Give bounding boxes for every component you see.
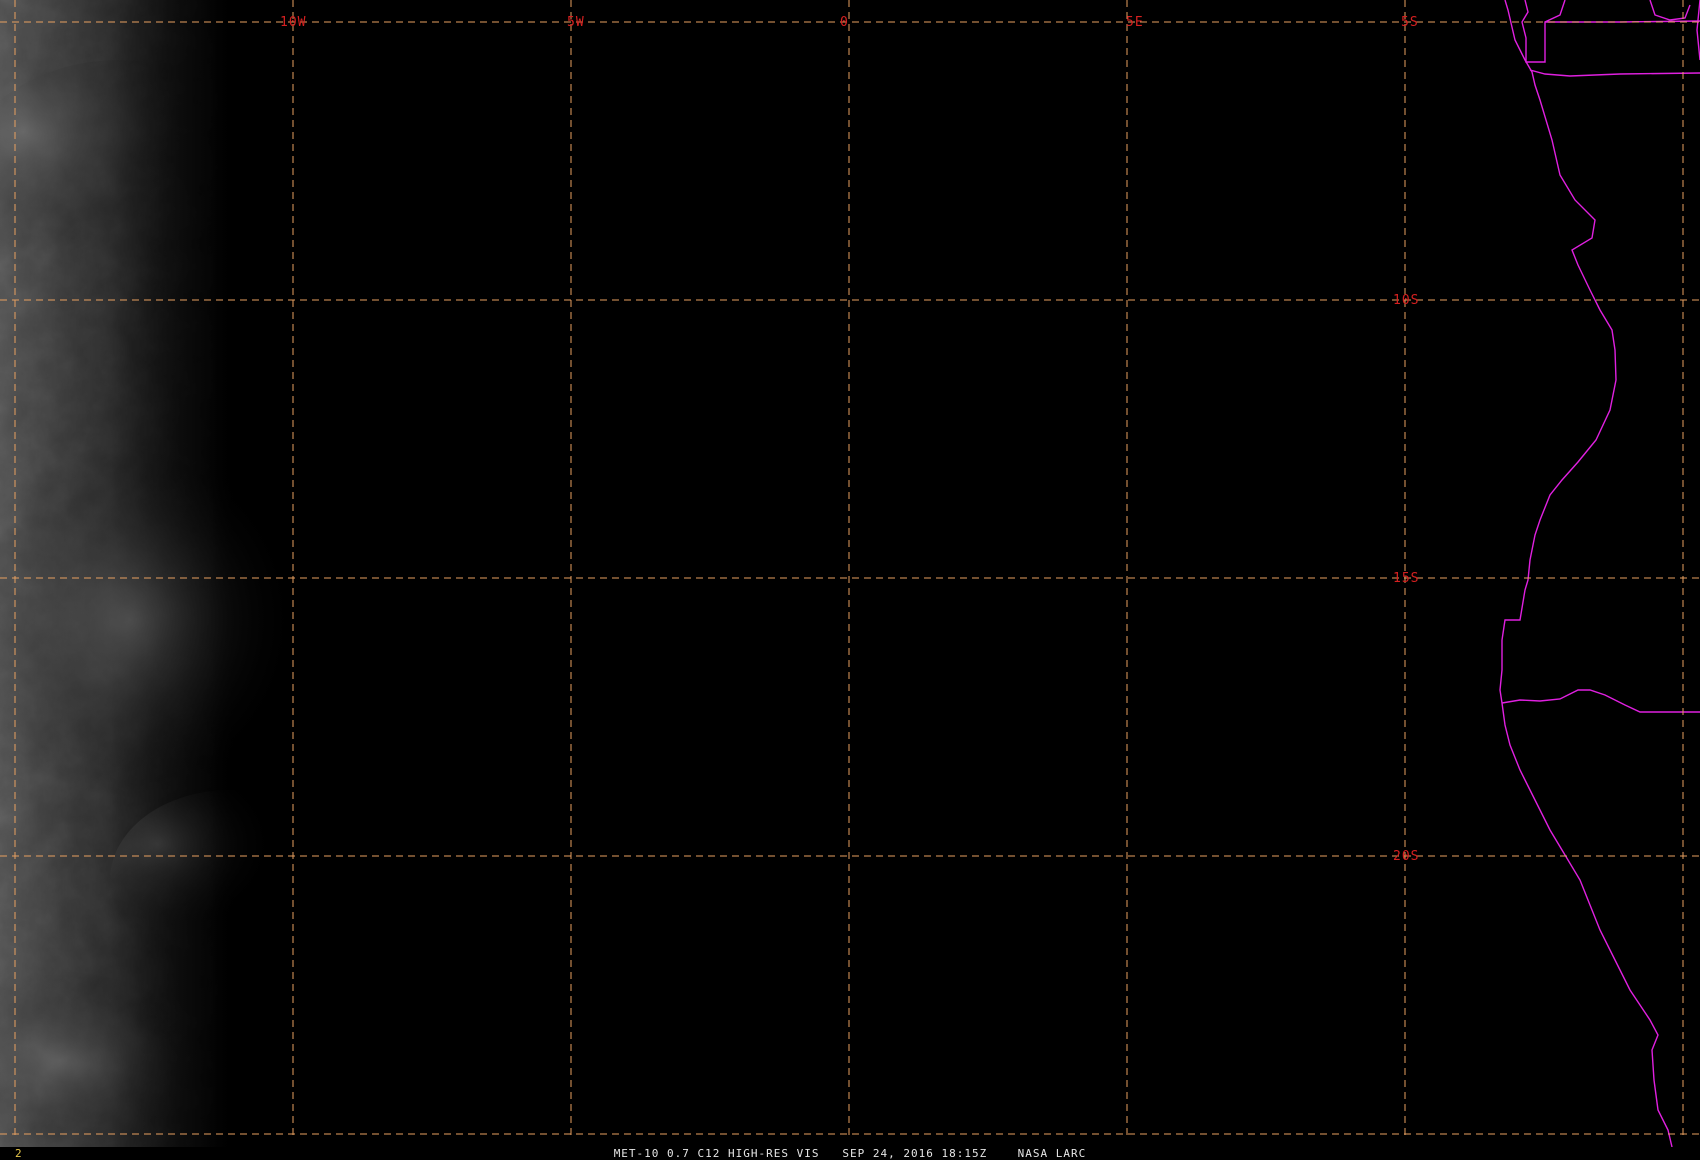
latitude-label-20s: 20S [1393, 849, 1419, 864]
satellite-map: 10W 5W 0 5E 5S 10S 15S 20S [0, 0, 1700, 1150]
latitude-label-10s: 10S [1393, 293, 1419, 308]
status-bar: 2 MET-10 0.7 C12 HIGH-RES VIS SEP 24, 20… [0, 1147, 1700, 1160]
cloud-imagery [0, 0, 620, 1150]
image-caption: MET-10 0.7 C12 HIGH-RES VIS SEP 24, 2016… [613, 1147, 1087, 1160]
longitude-label-5w: 5W [567, 15, 585, 30]
longitude-label-0: 0 [840, 15, 849, 30]
latitude-label-15s: 15S [1393, 571, 1419, 586]
longitude-label-5e: 5E [1126, 15, 1144, 30]
latitude-label-5s: 5S [1401, 15, 1419, 30]
longitude-label-10w: 10W [280, 15, 306, 30]
